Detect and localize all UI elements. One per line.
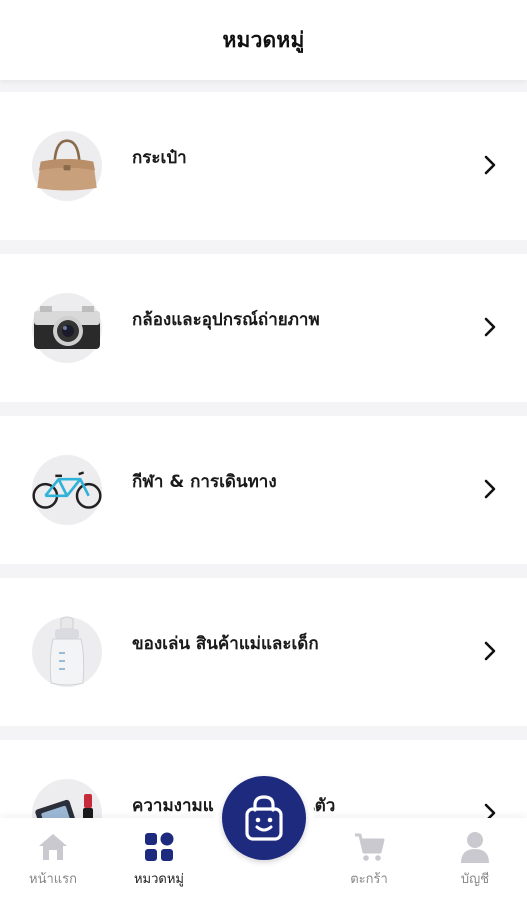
handbag-icon [32,131,102,201]
category-label: ของเล่น สินค้าแม่และเด็ก [132,634,319,654]
chevron-right-icon [484,155,496,175]
category-row-toys-baby[interactable]: ของเล่น สินค้าแม่และเด็ก [0,578,527,726]
categories-grid-icon [142,830,176,864]
nav-cart[interactable]: ตะกร้า [324,830,414,889]
app-screen: หมวดหมู่ กระเป๋า กล้องและอุปกรณ์ถ่ายภาพ … [0,0,527,900]
category-row-camera[interactable]: กล้องและอุปกรณ์ถ่ายภาพ [0,254,527,402]
shopping-bag-smile-icon [245,795,283,841]
baby-bottle-icon [32,616,102,687]
bicycle-icon [32,455,102,525]
camera-icon [32,293,102,363]
chevron-right-icon [484,641,496,661]
nav-label: หมวดหมู่ [133,872,185,887]
account-icon [458,830,492,864]
shop-button[interactable] [222,776,306,860]
nav-home[interactable]: หน้าแรก [8,830,98,889]
nav-label: บัญชี [460,872,490,887]
page-title: หมวดหมู่ [222,27,305,52]
cart-icon [352,830,386,864]
category-row-sports[interactable]: กีฬา & การเดินทาง [0,416,527,564]
nav-label: ตะกร้า [350,872,388,887]
nav-account[interactable]: บัญชี [430,830,520,889]
home-icon [36,830,70,864]
category-label: กล้องและอุปกรณ์ถ่ายภาพ [132,310,320,330]
chevron-right-icon [484,317,496,337]
nav-categories[interactable]: หมวดหมู่ [114,830,204,889]
nav-label: หน้าแรก [29,872,77,887]
chevron-right-icon [484,479,496,499]
category-label: กีฬา & การเดินทาง [132,472,277,492]
category-row-bags[interactable]: กระเป๋า [0,92,527,240]
category-label: กระเป๋า [132,148,187,168]
top-header: หมวดหมู่ [0,0,527,80]
